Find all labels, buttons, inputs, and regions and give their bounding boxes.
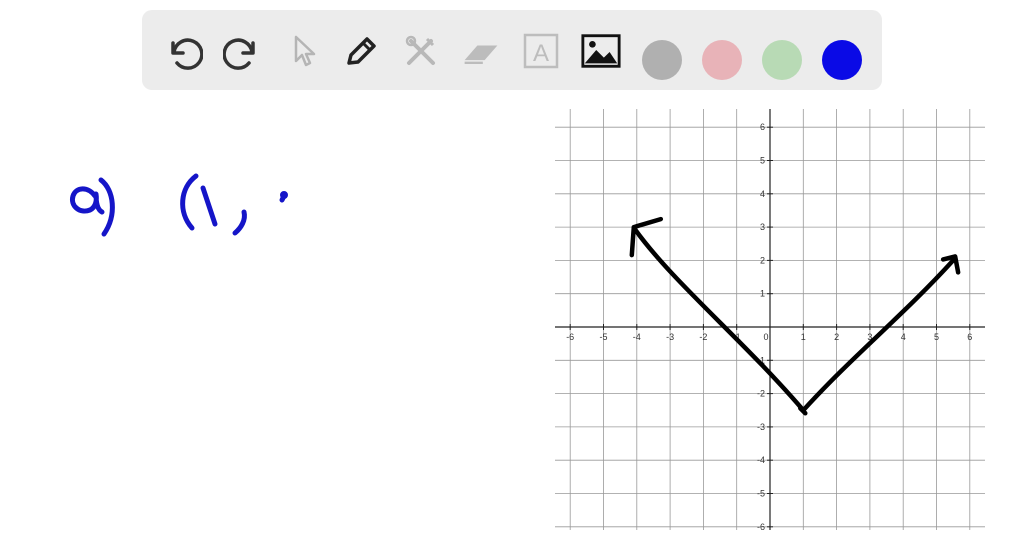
x-tick-label: -6	[566, 332, 574, 342]
x-tick-label: -3	[666, 332, 674, 342]
y-tick-label: -6	[757, 522, 765, 532]
y-tick-label: 4	[760, 189, 765, 199]
y-tick-label: 5	[760, 156, 765, 166]
handwritten-point-expression	[180, 173, 288, 236]
x-tick-label: -4	[633, 332, 641, 342]
y-tick-label: -4	[757, 455, 765, 465]
x-tick-label: 5	[934, 332, 939, 342]
x-tick-label: 1	[801, 332, 806, 342]
handwritten-part-label-a	[69, 177, 115, 237]
y-tick-label: -2	[757, 389, 765, 399]
y-tick-label: 2	[760, 255, 765, 265]
x-tick-label: 4	[901, 332, 906, 342]
y-tick-label: 1	[760, 289, 765, 299]
y-tick-label: 3	[760, 222, 765, 232]
y-tick-label: 6	[760, 122, 765, 132]
x-tick-label: 0	[763, 332, 768, 342]
x-tick-label: -5	[599, 332, 607, 342]
y-tick-label: -3	[757, 422, 765, 432]
x-tick-label: 2	[834, 332, 839, 342]
left-arrowhead	[629, 216, 664, 258]
graph-right-branch	[801, 258, 956, 413]
x-tick-label: 6	[967, 332, 972, 342]
y-tick-label: -5	[757, 489, 765, 499]
graph-left-branch	[632, 226, 806, 413]
x-tick-label: -2	[699, 332, 707, 342]
coordinate-graph: -6 -5 -4 -3 -2 -1 0 1 2 3 4 5 6654321-1-2-3-4-5-6	[555, 109, 985, 532]
